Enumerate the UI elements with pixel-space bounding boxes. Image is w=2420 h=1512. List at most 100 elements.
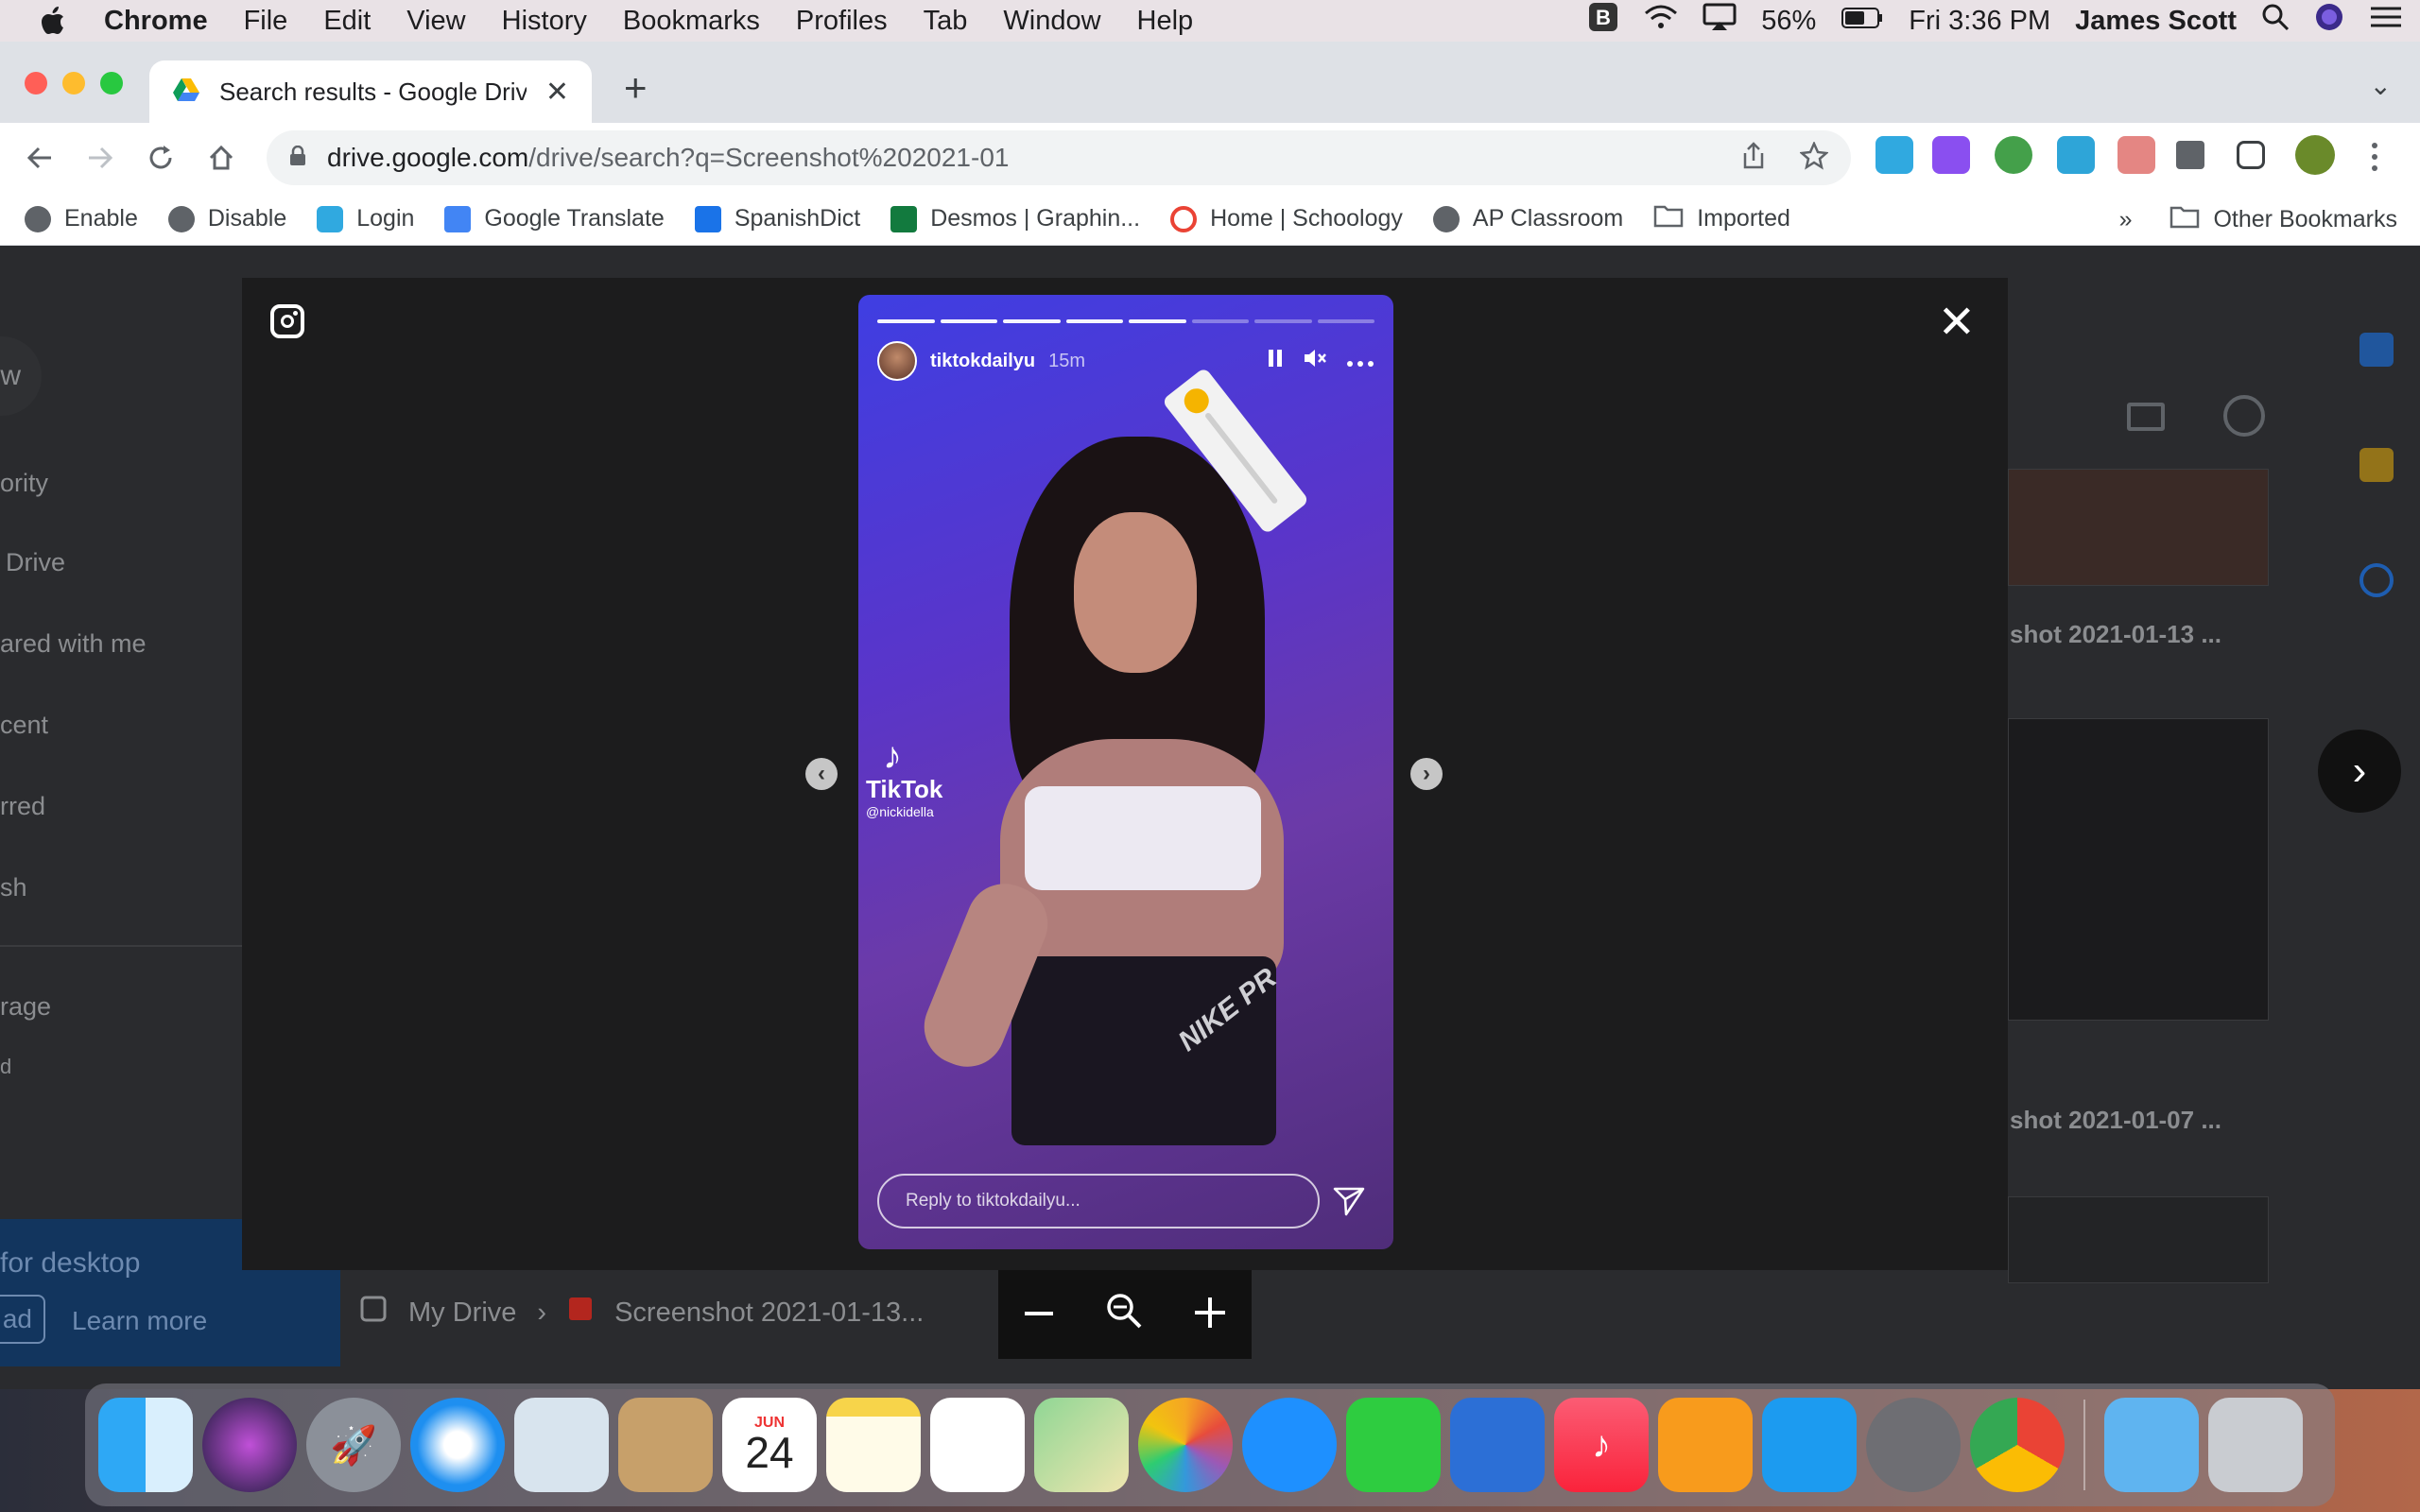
menu-tab[interactable]: Tab [906,6,986,37]
messages-icon[interactable] [1242,1398,1337,1492]
side-panel-icon[interactable] [2237,141,2265,169]
story-avatar[interactable] [877,341,917,381]
mail-stamp-icon[interactable] [514,1398,609,1492]
contacts-icon[interactable] [618,1398,713,1492]
books-icon[interactable] [1658,1398,1753,1492]
maps-icon[interactable] [1034,1398,1129,1492]
breadcrumb-file[interactable]: Screenshot 2021-01-13... [614,1297,924,1329]
extensions-puzzle-icon[interactable] [2176,141,2204,169]
address-bar[interactable]: drive.google.com/drive/search?q=Screensh… [267,130,1851,185]
lock-icon[interactable] [289,145,306,171]
promo-learn-more-link[interactable]: Learn more [72,1306,207,1336]
close-tab-icon[interactable]: ✕ [545,76,569,109]
new-tab-button[interactable]: + [624,68,648,108]
new-button[interactable]: w [0,336,42,416]
airplay-icon[interactable] [1703,3,1737,39]
info-icon[interactable] [2223,395,2265,437]
zoom-out-button[interactable] [1023,1289,1055,1341]
sidebar-item-trash[interactable]: sh [0,873,27,902]
facetime-icon[interactable] [1346,1398,1441,1492]
menu-bookmarks[interactable]: Bookmarks [605,6,778,37]
bookmark-disable[interactable]: Disable [167,205,286,232]
menu-edit[interactable]: Edit [305,6,389,37]
music-icon[interactable]: ♪ [1554,1398,1649,1492]
menu-file[interactable]: File [226,6,306,37]
story-next-button[interactable]: › [1410,758,1443,790]
url-text[interactable]: drive.google.com/drive/search?q=Screensh… [327,143,1741,173]
back-button[interactable] [9,128,70,188]
file-thumbnail[interactable] [2008,469,2269,586]
view-list-icon[interactable] [2127,403,2165,431]
bookmark-schoology[interactable]: Home | Schoology [1170,205,1403,232]
share-icon[interactable] [1741,141,1766,175]
menu-view[interactable]: View [389,6,483,37]
reload-button[interactable] [130,128,191,188]
file-name[interactable]: shot 2021-01-13 ... [2010,620,2221,649]
bookmark-ap-classroom[interactable]: AP Classroom [1432,205,1623,232]
chrome-icon[interactable] [1970,1398,2065,1492]
zoom-window-button[interactable] [100,72,123,94]
bookmark-google-translate[interactable]: Google Translate [444,205,665,232]
app-store-icon[interactable] [1762,1398,1857,1492]
chrome-menu-icon[interactable] [2363,140,2386,174]
menu-help[interactable]: Help [1119,6,1212,37]
forward-button[interactable] [70,128,130,188]
bookmark-folder-imported[interactable]: Imported [1653,203,1790,234]
close-viewer-button[interactable]: ✕ [1938,301,1976,346]
menu-clock[interactable]: Fri 3:36 PM [1909,6,2050,37]
tasks-app-icon[interactable] [2360,563,2394,597]
reply-input[interactable]: Reply to tiktokdailyu... [877,1174,1320,1228]
next-file-button[interactable]: › [2318,730,2401,813]
sidebar-item-starred[interactable]: rred [0,792,45,821]
keep-app-icon[interactable] [2360,448,2394,482]
sidebar-item-storage[interactable]: rage [0,992,51,1022]
extension-green-icon[interactable] [1995,136,2032,174]
file-thumbnail[interactable] [2008,718,2269,1021]
menu-history[interactable]: History [484,6,605,37]
extension-cloud-icon[interactable] [1876,136,1913,174]
launchpad-icon[interactable]: 🚀 [306,1398,401,1492]
calendar-app-icon[interactable] [2360,333,2394,367]
extension-status-icon[interactable]: B [1587,1,1619,41]
pause-icon[interactable] [1267,348,1284,375]
file-thumbnail[interactable] [2008,1196,2269,1283]
file-name[interactable]: shot 2021-01-07 ... [2010,1106,2221,1135]
control-center-icon[interactable] [2369,4,2403,38]
profile-avatar[interactable] [2295,135,2335,175]
menu-user-name[interactable]: James Scott [2075,6,2237,37]
mute-icon[interactable] [1303,347,1327,376]
zoom-in-button[interactable] [1193,1289,1227,1341]
bookmarks-overflow-button[interactable]: » [2119,206,2133,233]
bookmark-star-icon[interactable] [1799,140,1829,175]
sidebar-item-priority[interactable]: ority [0,469,48,498]
siri-icon[interactable] [2314,2,2344,40]
siri-icon[interactable] [202,1398,297,1492]
send-icon[interactable] [1333,1185,1365,1217]
promo-download-button[interactable]: ad [0,1295,45,1344]
menu-profiles[interactable]: Profiles [778,6,906,37]
extension-arrows-icon[interactable] [2057,136,2095,174]
bookmark-login[interactable]: Login [317,205,414,232]
finder-icon[interactable] [98,1398,193,1492]
sidebar-item-shared[interactable]: ared with me [0,629,147,659]
bookmark-spanishdict[interactable]: SpanishDict [694,205,860,232]
extension-rw-icon[interactable] [1932,136,1970,174]
menu-window[interactable]: Window [985,6,1118,37]
bookmark-desmos[interactable]: Desmos | Graphin... [890,205,1140,232]
menu-app-name[interactable]: Chrome [104,6,226,37]
trash-icon[interactable] [2208,1398,2303,1492]
safari-icon[interactable] [410,1398,505,1492]
story-username[interactable]: tiktokdailyu [930,351,1035,372]
story-previous-button[interactable]: ‹ [805,758,838,790]
battery-icon[interactable] [1841,6,1884,37]
other-bookmarks-folder[interactable]: Other Bookmarks [2169,204,2397,235]
reminders-icon[interactable] [930,1398,1025,1492]
more-options-icon[interactable] [1346,348,1374,374]
apple-menu-icon[interactable] [0,5,104,37]
zoom-reset-icon[interactable] [1105,1289,1143,1341]
notes-icon[interactable] [826,1398,921,1492]
downloads-folder-icon[interactable] [2104,1398,2199,1492]
keynote-icon[interactable] [1450,1398,1545,1492]
close-window-button[interactable] [25,72,47,94]
sidebar-item-my-drive[interactable]: Drive [6,548,65,577]
